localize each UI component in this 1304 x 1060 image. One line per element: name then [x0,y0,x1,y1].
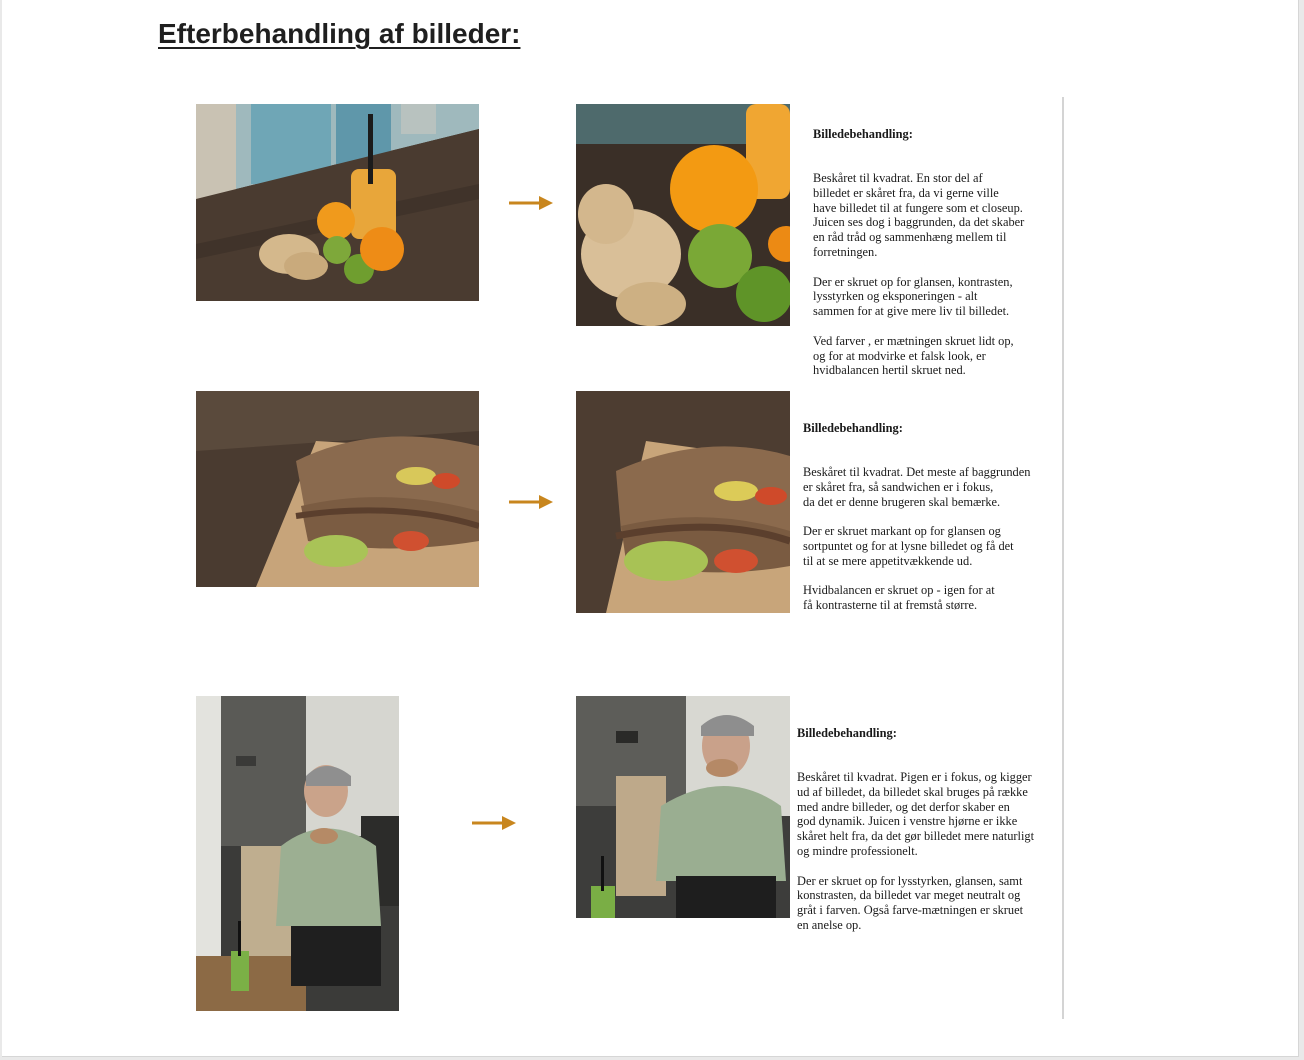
description-2: Billedebehandling: Beskåret til kvadrat.… [803,391,1030,643]
description-heading: Billedebehandling: [797,725,897,740]
arrow-right-icon [470,815,518,831]
before-photo-ginger [196,104,479,301]
before-photo-sandwich [196,391,479,587]
before-photo-girl [196,696,399,1011]
description-3: Billedebehandling: Beskåret til kvadrat.… [797,696,1034,962]
page-title: Efterbehandling af billeder: [158,18,521,49]
description-text: Beskåret til kvadrat. Det meste af baggr… [803,464,1031,613]
after-photo-sandwich [576,391,790,613]
arrow-right-icon [507,195,555,211]
document-page: Efterbehandling af billeder: Billedebeha… [2,0,1299,1057]
description-heading: Billedebehandling: [803,420,903,435]
after-photo-ginger [576,104,790,326]
divider-line [1062,97,1064,1019]
description-heading: Billedebehandling: [813,126,913,141]
arrow-right-icon [507,494,555,510]
after-photo-girl [576,696,790,918]
description-1: Billedebehandling: Beskåret til kvadrat.… [813,97,1024,408]
description-text: Beskåret til kvadrat. En stor del af bil… [813,170,1025,378]
description-text: Beskåret til kvadrat. Pigen er i fokus, … [797,769,1035,932]
